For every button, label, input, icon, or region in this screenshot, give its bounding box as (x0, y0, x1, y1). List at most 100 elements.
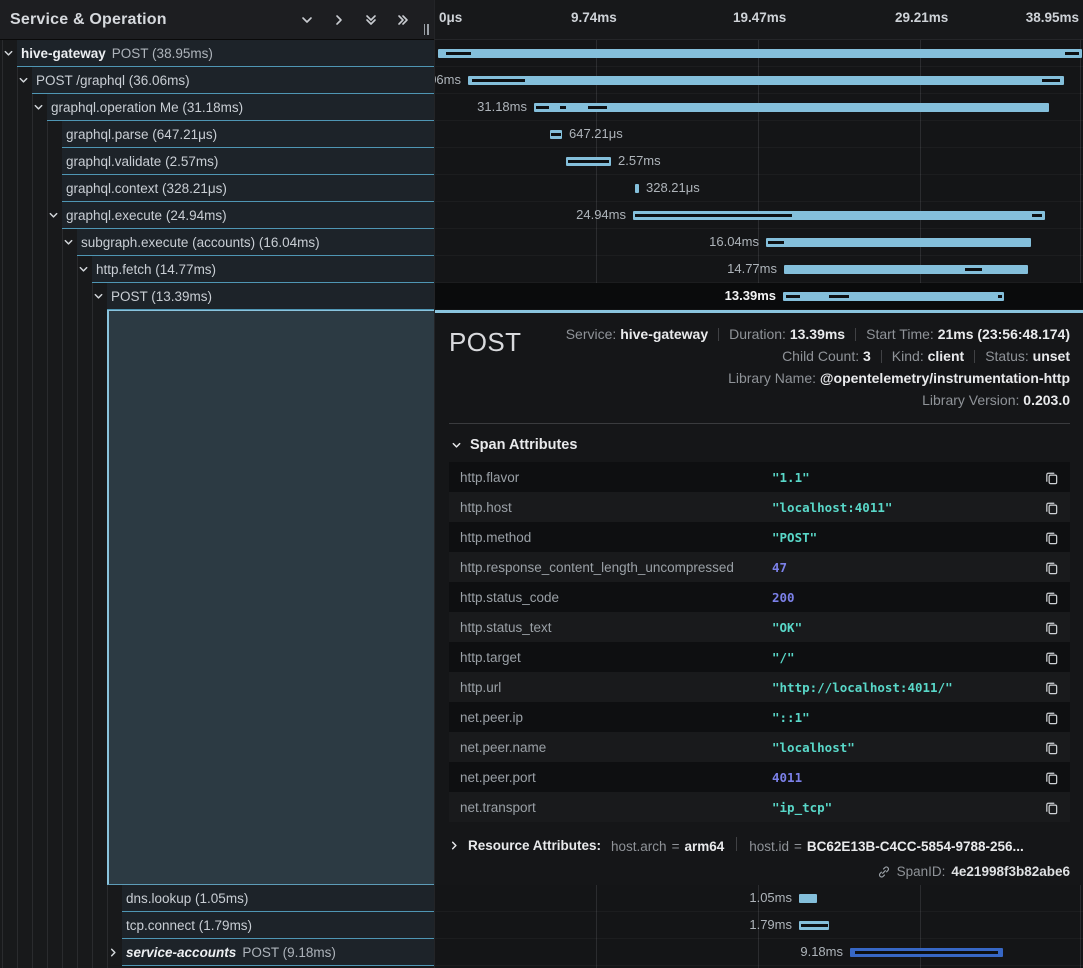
timeline-row[interactable]: 14.77ms (435, 256, 1083, 283)
attribute-key: http.target (460, 650, 772, 665)
tree-row[interactable]: http.fetch (14.77ms) (0, 256, 434, 283)
copy-button[interactable] (1044, 500, 1059, 515)
span-duration-label: 24.94ms (576, 202, 626, 228)
tree-row[interactable]: graphql.validate (2.57ms) (0, 148, 434, 175)
overview-separator (718, 328, 719, 341)
copy-button[interactable] (1044, 620, 1059, 635)
resource-attributes-row[interactable]: Resource Attributes: host.arch=arm64host… (449, 837, 1070, 854)
attribute-value: "localhost:4011" (772, 500, 1036, 515)
timeline-row[interactable]: 31.18ms (435, 94, 1083, 121)
span-bar[interactable] (799, 894, 817, 903)
tree-row[interactable]: service-accountsPOST (9.18ms) (0, 939, 434, 966)
copy-button[interactable] (1044, 770, 1059, 785)
axis-tick-label: 38.95ms (1026, 10, 1079, 25)
timeline-row[interactable]: 328.21μs (435, 175, 1083, 202)
tree-row[interactable]: hive-gatewayPOST (38.95ms) (0, 40, 434, 67)
tree-row[interactable]: tcp.connect (1.79ms) (0, 912, 434, 939)
expander-chevron-right[interactable] (107, 946, 120, 959)
attribute-row: http.method"POST" (449, 522, 1070, 552)
copy-button[interactable] (1044, 680, 1059, 695)
expander-chevron-down[interactable] (62, 236, 75, 249)
timeline-row[interactable]: 1.79ms (435, 912, 1083, 939)
span-bar[interactable] (635, 184, 639, 193)
resource-key: host.arch (611, 839, 667, 854)
copy-icon (1044, 620, 1059, 635)
tree-row-content: graphql.validate (2.57ms) (62, 148, 434, 175)
tree-row-content: subgraph.execute (accounts) (16.04ms) (77, 229, 434, 256)
overview-value: 13.39ms (790, 326, 845, 342)
copy-button[interactable] (1044, 710, 1059, 725)
attribute-row: net.peer.ip"::1" (449, 702, 1070, 732)
span-bar[interactable] (534, 103, 1049, 112)
span-bar[interactable] (766, 238, 1031, 247)
timeline-row[interactable]: 647.21μs (435, 121, 1083, 148)
span-bar[interactable] (783, 292, 1004, 301)
expander-chevron-down[interactable] (32, 101, 45, 114)
tree-operation-label: graphql.operation Me (31.18ms) (51, 100, 243, 115)
copy-button[interactable] (1044, 590, 1059, 605)
copy-icon (1044, 800, 1059, 815)
tree-row[interactable]: graphql.execute (24.94ms) (0, 202, 434, 229)
copy-button[interactable] (1044, 470, 1059, 485)
timeline-row[interactable] (435, 40, 1083, 67)
copy-button[interactable] (1044, 650, 1059, 665)
expander-chevron-down[interactable] (17, 74, 30, 87)
timeline-row[interactable]: 9.18ms (435, 939, 1083, 966)
attribute-key: net.transport (460, 800, 772, 815)
overview-label: Library Version: (922, 392, 1023, 408)
copy-button[interactable] (1044, 740, 1059, 755)
timeline-row[interactable]: 16.04ms (435, 229, 1083, 256)
child-span-mark (635, 214, 792, 217)
overview-value: client (928, 348, 965, 364)
span-attributes-toggle[interactable]: Span Attributes (451, 437, 1070, 453)
link-icon[interactable] (877, 865, 891, 879)
copy-button[interactable] (1044, 800, 1059, 815)
expander-chevron-down[interactable] (2, 47, 15, 60)
copy-button[interactable] (1044, 530, 1059, 545)
copy-icon (1044, 650, 1059, 665)
splitter-grip[interactable] (421, 24, 431, 36)
tree-row[interactable]: graphql.context (328.21μs) (0, 175, 434, 202)
attribute-value: "OK" (772, 620, 1036, 635)
attribute-value: "localhost" (772, 740, 1036, 755)
span-duration-label: 1.79ms (749, 912, 792, 938)
collapse-one-icon[interactable] (300, 13, 314, 27)
span-bar[interactable] (633, 211, 1045, 220)
span-bar[interactable] (784, 265, 1028, 274)
expander-chevron-down[interactable] (77, 263, 90, 276)
child-span-mark (768, 241, 784, 244)
timeline-row[interactable]: 36.06ms (435, 67, 1083, 94)
tree-row[interactable]: POST (13.39ms) (0, 283, 434, 310)
tree-row[interactable]: POST /graphql (36.06ms) (0, 67, 434, 94)
timeline-row[interactable]: 1.05ms (435, 885, 1083, 912)
overview-label: Status: (985, 348, 1032, 364)
timeline-row[interactable]: 2.57ms (435, 148, 1083, 175)
collapse-all-icon[interactable] (364, 13, 378, 27)
span-bar[interactable] (438, 49, 1082, 58)
expand-all-icon[interactable] (396, 13, 410, 27)
span-bar[interactable] (566, 157, 611, 166)
span-bar[interactable] (550, 130, 562, 139)
expander-chevron-down[interactable] (92, 290, 105, 303)
tree-row[interactable]: subgraph.execute (accounts) (16.04ms) (0, 229, 434, 256)
timeline-row[interactable]: 13.39ms (435, 283, 1083, 310)
tree-row[interactable]: graphql.operation Me (31.18ms) (0, 94, 434, 121)
child-span-mark (1032, 214, 1042, 217)
overview-separator (855, 328, 856, 341)
span-bar[interactable] (468, 76, 1064, 85)
attribute-row: http.status_code200 (449, 582, 1070, 612)
tree-row[interactable]: dns.lookup (1.05ms) (0, 885, 434, 912)
span-bar[interactable] (850, 948, 1003, 957)
child-span-mark (855, 951, 999, 954)
span-duration-label: 2.57ms (618, 148, 661, 174)
expander-chevron-down[interactable] (47, 209, 60, 222)
axis-tick-label: 29.21ms (895, 10, 948, 25)
span-bar[interactable] (799, 921, 829, 930)
overview-label: Start Time: (866, 326, 938, 342)
copy-button[interactable] (1044, 560, 1059, 575)
tree-service-name: service-accounts (126, 945, 236, 960)
expand-one-icon[interactable] (332, 13, 346, 27)
tree-row[interactable]: graphql.parse (647.21μs) (0, 121, 434, 148)
timeline-row[interactable]: 24.94ms (435, 202, 1083, 229)
tree-row-content: graphql.operation Me (31.18ms) (47, 94, 434, 121)
